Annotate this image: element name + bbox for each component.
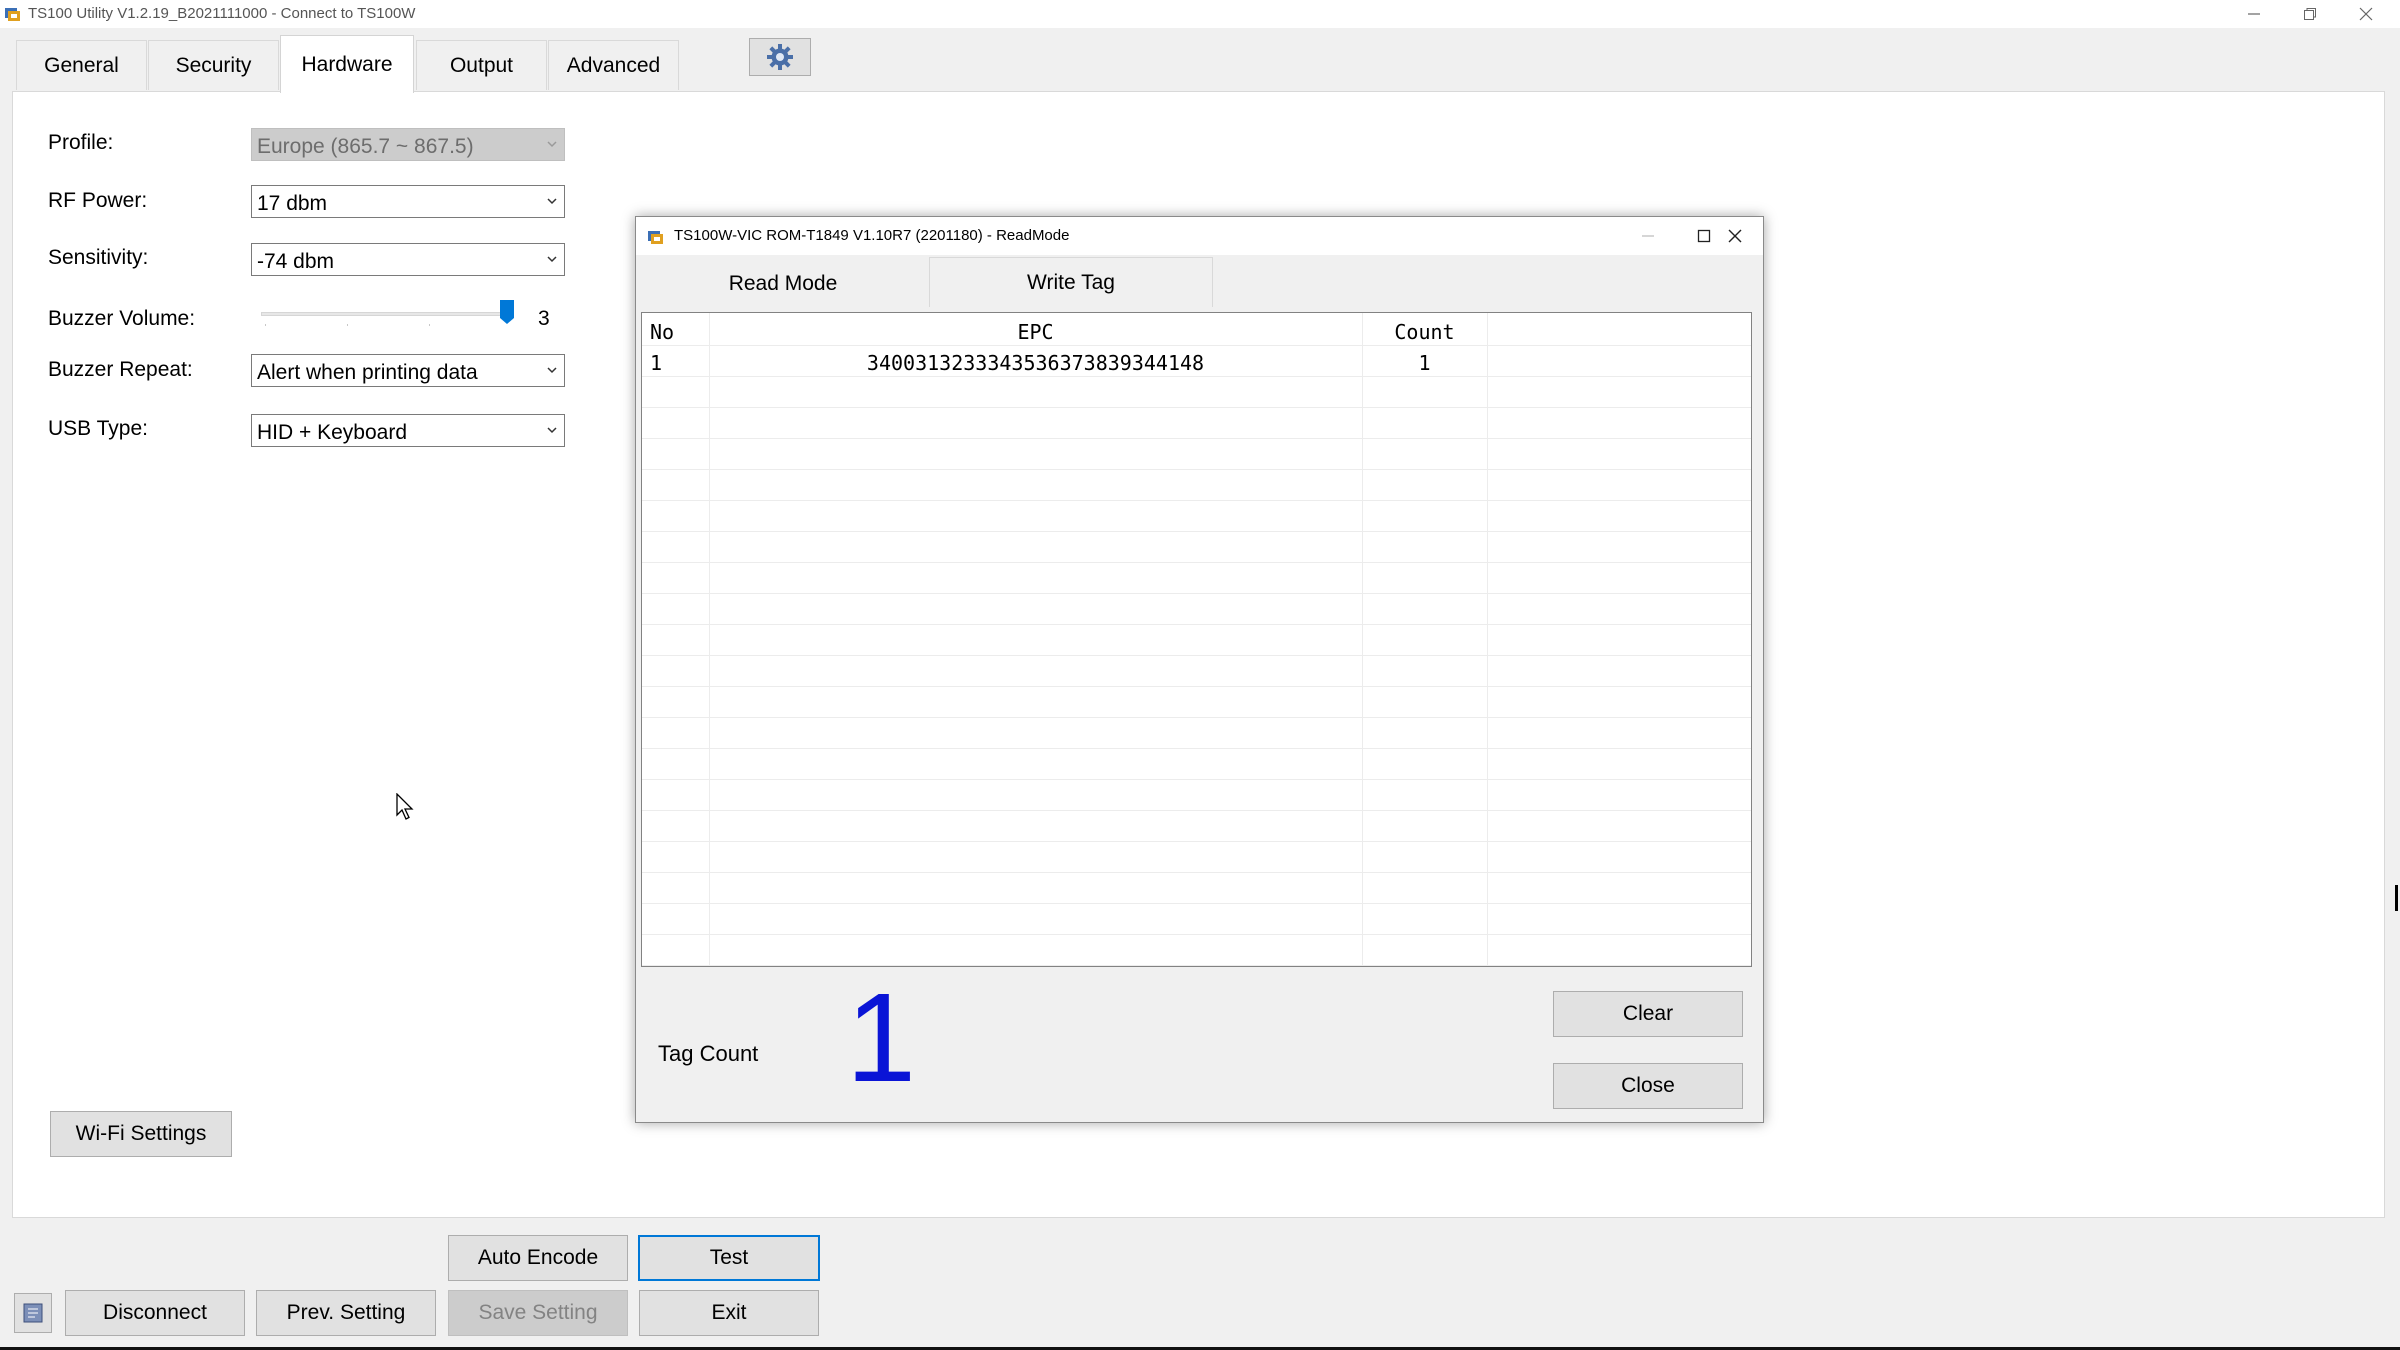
tag-count-value: 1: [846, 967, 917, 1108]
restore-button[interactable]: [2282, 0, 2338, 28]
profile-select[interactable]: Europe (865.7 ~ 867.5): [251, 128, 565, 161]
close-button[interactable]: Close: [1553, 1063, 1743, 1109]
slider-track: [261, 312, 511, 316]
text-caret: [2395, 885, 2398, 911]
document-icon: [23, 1303, 43, 1323]
buzzer-volume-label: Buzzer Volume:: [48, 307, 196, 330]
close-window-button[interactable]: [2338, 0, 2394, 28]
tab-read-mode[interactable]: Read Mode: [638, 257, 928, 310]
dialog-close-button[interactable]: [1707, 217, 1763, 255]
cell-epc: 3400313233343536373839344148: [866, 351, 1205, 375]
slider-thumb[interactable]: [500, 300, 514, 324]
mouse-cursor-icon: [396, 793, 416, 821]
dialog-minimize-button[interactable]: [1620, 217, 1676, 255]
chevron-down-icon: [547, 141, 557, 148]
read-mode-dialog: TS100W-VIC ROM-T1849 V1.10R7 (2201180) -…: [635, 216, 1764, 1123]
window-title: TS100 Utility V1.2.19_B2021111000 - Conn…: [28, 5, 416, 22]
settings-gear-button[interactable]: [749, 38, 811, 76]
slider-ticks: [265, 324, 511, 326]
chevron-down-icon: [547, 198, 557, 205]
tab-write-tag[interactable]: Write Tag: [929, 257, 1213, 307]
cell-count: 1: [1418, 351, 1431, 375]
gear-icon: [767, 44, 793, 70]
usb-type-label: USB Type:: [48, 417, 148, 440]
close-icon: [1728, 229, 1742, 243]
buzzer-volume-slider[interactable]: [251, 298, 521, 332]
chevron-down-icon: [547, 427, 557, 434]
tab-output[interactable]: Output: [416, 40, 547, 90]
chevron-down-icon: [547, 256, 557, 263]
buzzer-repeat-label: Buzzer Repeat:: [48, 358, 193, 381]
test-button[interactable]: Test: [638, 1235, 820, 1281]
restore-icon: [2304, 8, 2316, 20]
buzzer-repeat-value: Alert when printing data: [257, 361, 478, 384]
save-setting-button: Save Setting: [448, 1290, 628, 1336]
minimize-button[interactable]: [2226, 0, 2282, 28]
buzzer-repeat-select[interactable]: Alert when printing data: [251, 354, 565, 387]
profile-label: Profile:: [48, 131, 114, 154]
column-header-count[interactable]: Count: [1362, 320, 1487, 344]
profile-value: Europe (865.7 ~ 867.5): [257, 135, 474, 158]
usb-type-select[interactable]: HID + Keyboard: [251, 414, 565, 447]
tag-table[interactable]: No EPC Count 1 3400313233343536373839344…: [641, 312, 1752, 967]
minimize-icon: [2248, 13, 2260, 15]
tab-hardware[interactable]: Hardware: [280, 35, 414, 93]
close-icon: [2359, 7, 2373, 21]
dialog-titlebar[interactable]: TS100W-VIC ROM-T1849 V1.10R7 (2201180) -…: [636, 217, 1763, 255]
table-row[interactable]: 1 3400313233343536373839344148 1: [642, 345, 1751, 376]
column-header-epc[interactable]: EPC: [709, 320, 1362, 344]
usb-type-value: HID + Keyboard: [257, 421, 407, 444]
dialog-title: TS100W-VIC ROM-T1849 V1.10R7 (2201180) -…: [674, 227, 1070, 244]
clear-button[interactable]: Clear: [1553, 991, 1743, 1037]
rf-power-select[interactable]: 17 dbm: [251, 185, 565, 218]
tab-general[interactable]: General: [16, 40, 147, 90]
rf-power-value: 17 dbm: [257, 192, 328, 215]
dialog-app-icon: [647, 228, 664, 245]
wifi-settings-button[interactable]: Wi-Fi Settings: [50, 1111, 232, 1157]
column-header-no[interactable]: No: [650, 320, 674, 344]
auto-encode-button[interactable]: Auto Encode: [448, 1235, 628, 1281]
sensitivity-value: -74 dbm: [257, 250, 335, 273]
tab-security[interactable]: Security: [148, 40, 279, 90]
chevron-down-icon: [547, 367, 557, 374]
prev-setting-button[interactable]: Prev. Setting: [256, 1290, 436, 1336]
app-icon: [4, 5, 21, 22]
tab-advanced[interactable]: Advanced: [548, 40, 679, 90]
window-titlebar[interactable]: TS100 Utility V1.2.19_B2021111000 - Conn…: [0, 0, 2400, 28]
disconnect-button[interactable]: Disconnect: [65, 1290, 245, 1336]
cell-no: 1: [650, 351, 663, 375]
rf-power-label: RF Power:: [48, 189, 148, 212]
exit-button[interactable]: Exit: [639, 1290, 819, 1336]
buzzer-volume-value: 3: [538, 307, 550, 330]
minimize-icon: [1642, 235, 1654, 237]
grid-rows: [642, 313, 1751, 966]
log-button[interactable]: [14, 1293, 52, 1333]
tag-count-label: Tag Count: [658, 1041, 759, 1066]
sensitivity-label: Sensitivity:: [48, 246, 149, 269]
sensitivity-select[interactable]: -74 dbm: [251, 243, 565, 276]
